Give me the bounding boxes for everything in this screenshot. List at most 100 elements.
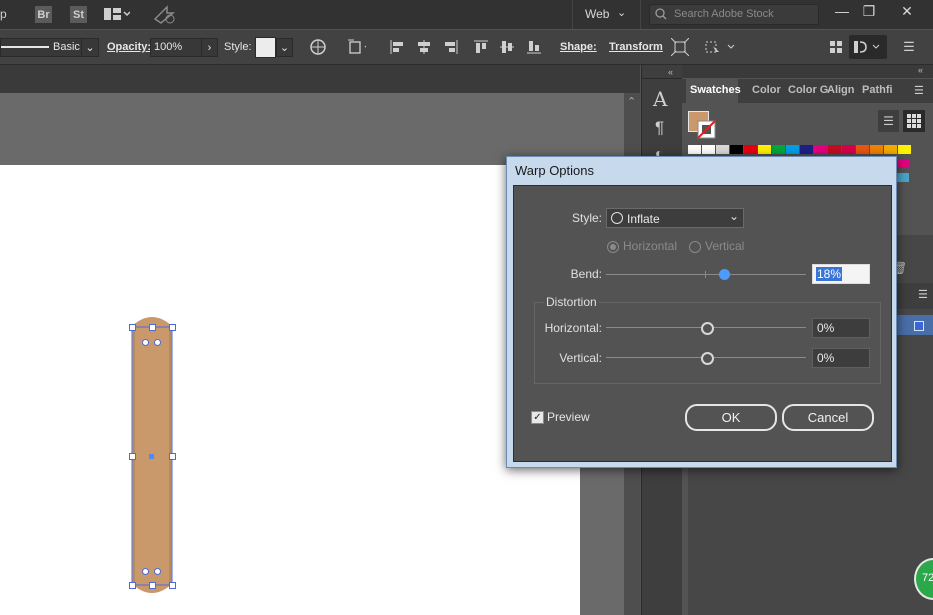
scroll-up-icon[interactable]: ⌃ — [627, 95, 636, 108]
align-left-icon[interactable] — [388, 38, 406, 56]
horizontal-radio[interactable] — [607, 241, 619, 253]
tab-color[interactable]: Color — [752, 79, 781, 101]
stroke-profile-field[interactable]: Basic — [0, 38, 82, 57]
warp-style-dropdown[interactable]: Inflate ⌄ — [606, 208, 744, 228]
vertical-radio[interactable] — [689, 241, 701, 253]
resize-handle[interactable] — [129, 324, 136, 331]
opacity-input[interactable]: 100% — [150, 38, 205, 57]
distortion-label: Distortion — [544, 295, 599, 309]
resize-handle[interactable] — [169, 324, 176, 331]
color-swatch[interactable] — [896, 173, 909, 182]
panel-menu-icon[interactable]: ☰ — [914, 84, 924, 97]
bend-input[interactable]: 18% — [812, 264, 870, 284]
resize-handle[interactable] — [169, 582, 176, 589]
color-swatch[interactable] — [786, 145, 799, 154]
tab-swatches[interactable]: Swatches — [690, 79, 741, 101]
bend-slider[interactable] — [606, 260, 806, 290]
color-swatch[interactable] — [730, 145, 743, 154]
puppet-warp-toggle[interactable] — [849, 35, 887, 59]
corner-widget[interactable] — [154, 339, 161, 346]
stroke-none-icon[interactable] — [697, 120, 716, 139]
chevron-down-icon[interactable]: ⌄ — [276, 38, 293, 57]
color-swatch[interactable] — [896, 159, 909, 168]
corner-widget[interactable] — [142, 568, 149, 575]
resize-handle[interactable] — [169, 453, 176, 460]
character-panel-icon[interactable]: A — [653, 87, 667, 111]
panel-menu-icon[interactable]: ☰ — [918, 288, 928, 301]
align-top-icon[interactable] — [472, 38, 490, 56]
control-menu-icon[interactable]: ☰ — [900, 38, 918, 56]
tab-align[interactable]: Align — [827, 79, 855, 101]
search-stock-field[interactable]: Search Adobe Stock — [649, 4, 819, 25]
stock-button[interactable]: St — [70, 6, 87, 23]
color-swatch[interactable] — [870, 145, 883, 154]
chevron-down-icon[interactable]: ⌄ — [617, 6, 626, 19]
selected-shape[interactable] — [126, 310, 178, 600]
preview-label[interactable]: Preview — [547, 410, 590, 424]
arrange-icon[interactable] — [827, 38, 845, 56]
align-bottom-icon[interactable] — [525, 38, 543, 56]
bend-slider-track — [606, 274, 806, 275]
align-to-selection-icon[interactable] — [348, 38, 366, 56]
horizontal-radio-label[interactable]: Horizontal — [623, 239, 677, 253]
workspace-switcher[interactable]: Web — [585, 7, 609, 21]
color-swatch[interactable] — [842, 145, 855, 154]
list-view-icon[interactable]: ☰ — [878, 110, 899, 132]
chevron-right-icon[interactable]: › — [201, 38, 218, 57]
resize-handle[interactable] — [149, 324, 156, 331]
color-swatch[interactable] — [814, 145, 827, 154]
bend-slider-knob[interactable] — [719, 269, 730, 280]
vertical-distortion-input[interactable]: 0% — [812, 348, 870, 368]
bridge-button[interactable]: Br — [35, 6, 52, 23]
ok-button[interactable]: OK — [685, 404, 777, 431]
isolate-object-icon[interactable] — [671, 38, 689, 56]
bend-center-tick — [705, 271, 706, 278]
opacity-label[interactable]: Opacity: — [107, 30, 151, 64]
graphic-style-swatch[interactable] — [255, 37, 276, 58]
recolor-artwork-icon[interactable] — [309, 38, 327, 56]
collapse-icon[interactable]: « — [668, 67, 673, 77]
resize-handle[interactable] — [129, 582, 136, 589]
align-horizontal-center-icon[interactable] — [415, 38, 433, 56]
color-swatch[interactable] — [800, 145, 813, 154]
vertical-slider-knob[interactable] — [701, 352, 714, 365]
resize-handle[interactable] — [129, 453, 136, 460]
layer-selection-indicator[interactable] — [914, 321, 924, 331]
corner-widget[interactable] — [142, 339, 149, 346]
align-right-icon[interactable] — [442, 38, 460, 56]
gpu-performance-icon[interactable] — [153, 5, 176, 24]
color-swatch[interactable] — [744, 145, 757, 154]
cancel-button[interactable]: Cancel — [782, 404, 874, 431]
horizontal-slider-knob[interactable] — [701, 322, 714, 335]
transform-link[interactable]: Transform — [609, 30, 663, 64]
menu-fragment[interactable]: p — [0, 7, 7, 21]
color-swatch[interactable] — [898, 145, 911, 154]
tab-color-guide[interactable]: Color G — [788, 79, 828, 101]
select-similar-icon[interactable] — [703, 38, 737, 56]
color-swatch[interactable] — [884, 145, 897, 154]
color-swatch[interactable] — [828, 145, 841, 154]
arrange-documents-icon[interactable] — [104, 8, 131, 20]
color-swatch[interactable] — [716, 145, 729, 154]
color-swatch[interactable] — [856, 145, 869, 154]
collapse-icon[interactable]: « — [918, 65, 923, 75]
close-button[interactable]: ✕ — [890, 0, 924, 22]
menu-bar: p Br St Web ⌄ Search Adobe Stock — ❐ ✕ — [0, 0, 933, 29]
restore-button[interactable]: ❐ — [852, 0, 886, 22]
artboard[interactable] — [0, 165, 580, 615]
align-vertical-center-icon[interactable] — [498, 38, 516, 56]
color-swatch[interactable] — [772, 145, 785, 154]
preview-checkbox[interactable]: ✓ — [531, 411, 544, 424]
tab-pathfinder[interactable]: Pathfi — [862, 79, 893, 101]
resize-handle[interactable] — [149, 582, 156, 589]
thumbnail-view-icon[interactable] — [903, 110, 925, 132]
vertical-radio-label[interactable]: Vertical — [705, 239, 744, 253]
color-swatch[interactable] — [702, 145, 715, 154]
color-swatch[interactable] — [758, 145, 771, 154]
paragraph-panel-icon[interactable]: ¶ — [655, 118, 664, 138]
corner-widget[interactable] — [154, 568, 161, 575]
color-swatch[interactable] — [688, 145, 701, 154]
shape-link[interactable]: Shape: — [560, 30, 597, 64]
horizontal-distortion-input[interactable]: 0% — [812, 318, 870, 338]
chevron-down-icon[interactable]: ⌄ — [81, 38, 99, 57]
